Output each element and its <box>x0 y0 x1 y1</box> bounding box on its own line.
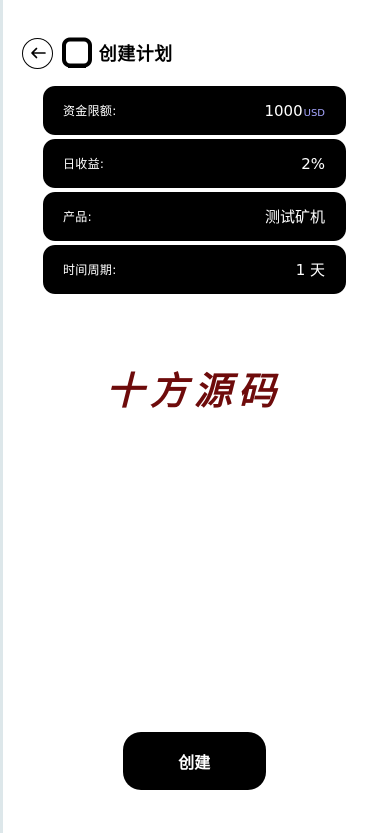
square-frame-icon <box>62 37 92 69</box>
limit-value-group: 1000USD <box>264 102 325 120</box>
period-label: 时间周期: <box>63 263 117 277</box>
limit-label: 资金限额: <box>63 104 117 118</box>
header: 创建计划 <box>22 36 362 70</box>
row-product: 产品: 测试矿机 <box>43 192 346 241</box>
left-edge-strip <box>0 0 3 833</box>
limit-unit: USD <box>303 107 325 119</box>
daily-return-value: 2% <box>301 154 325 173</box>
product-value: 测试矿机 <box>264 208 325 226</box>
back-button[interactable] <box>22 37 53 69</box>
watermark-text: 十方源码 <box>105 369 282 413</box>
daily-return-label: 日收益: <box>63 157 105 171</box>
product-label: 产品: <box>63 210 92 224</box>
create-button[interactable]: 创建 <box>123 732 266 790</box>
period-value: 1 天 <box>295 261 325 279</box>
page-title: 创建计划 <box>99 44 173 65</box>
arrow-left-icon <box>30 47 46 59</box>
row-daily-return: 日收益: 2% <box>43 139 346 188</box>
plan-details: 资金限额: 1000USD 日收益: 2% 产品: 测试矿机 时间周期: 1 天 <box>43 86 346 298</box>
row-period: 时间周期: 1 天 <box>43 245 346 294</box>
row-limit: 资金限额: 1000USD <box>43 86 346 135</box>
limit-value: 1000 <box>264 101 303 120</box>
